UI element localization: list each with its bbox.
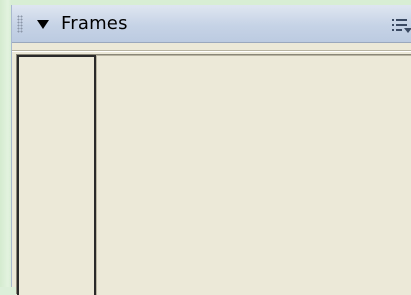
panel-options-menu-icon[interactable] [391,17,411,33]
frames-panel: Frames [11,5,411,295]
panel-separator [12,43,411,51]
drag-grip-icon[interactable] [17,15,23,33]
main-frame[interactable] [96,55,411,295]
panel-titlebar[interactable]: Frames [12,5,411,43]
frames-preview-area [12,51,411,295]
triangle-down-icon[interactable] [37,20,49,29]
left-frame[interactable] [17,55,96,295]
panel-title[interactable]: Frames [61,14,128,34]
